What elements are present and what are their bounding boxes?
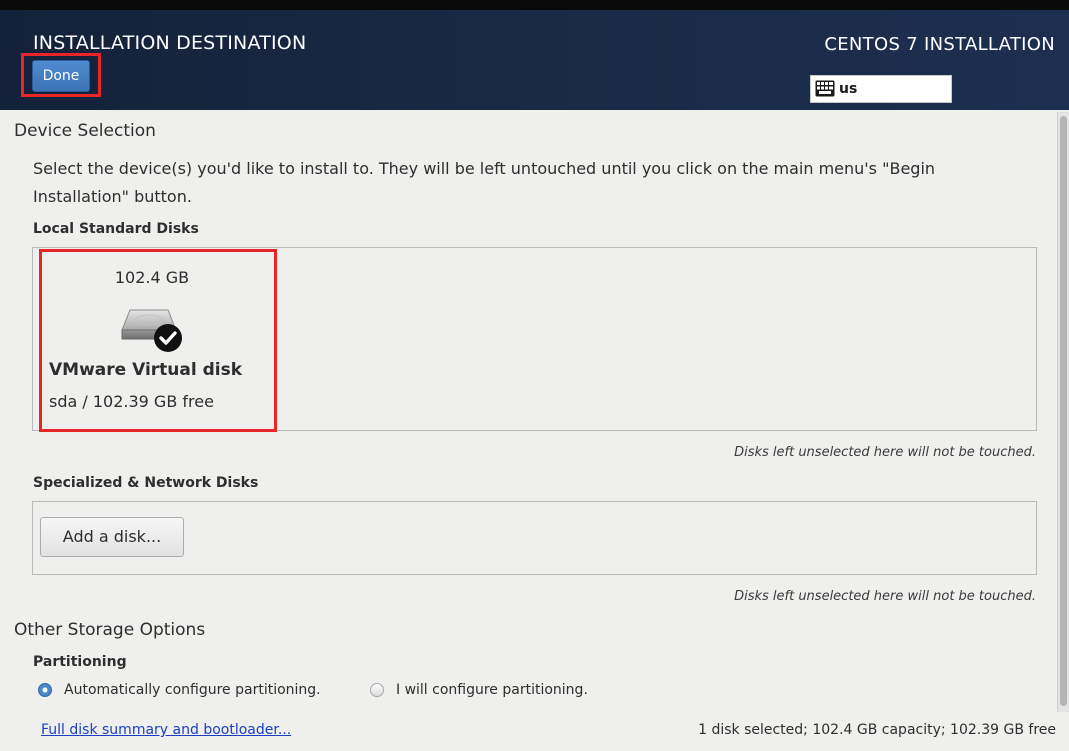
disk-capacity: 102.4 GB <box>114 268 190 287</box>
disk-card-sda[interactable]: 102.4 GB VMware Virtual disk sda / 102.3… <box>42 252 274 429</box>
keyboard-layout-label: us <box>839 81 858 97</box>
partitioning-heading: Partitioning <box>33 654 127 670</box>
other-storage-heading: Other Storage Options <box>14 620 206 640</box>
scrollbar-thumb[interactable] <box>1060 116 1067 706</box>
radio-unselected-icon <box>370 683 384 697</box>
installer-window: INSTALLATION DESTINATION CENTOS 7 INSTAL… <box>0 0 1069 751</box>
local-disks-heading: Local Standard Disks <box>33 221 199 237</box>
manual-partitioning-option[interactable]: I will configure partitioning. <box>370 680 588 700</box>
network-disks-heading: Specialized & Network Disks <box>33 475 259 491</box>
network-disks-hint: Disks left unselected here will not be t… <box>734 589 1036 604</box>
product-title: CENTOS 7 INSTALLATION <box>824 34 1055 55</box>
header-bar: INSTALLATION DESTINATION CENTOS 7 INSTAL… <box>0 0 1069 110</box>
page-title: INSTALLATION DESTINATION <box>33 32 307 54</box>
vertical-scrollbar[interactable] <box>1057 112 1069 712</box>
selection-summary: 1 disk selected; 102.4 GB capacity; 102.… <box>698 722 1056 738</box>
radio-selected-icon <box>38 683 52 697</box>
disk-free-space: sda / 102.39 GB free <box>49 392 214 411</box>
device-selection-heading: Device Selection <box>14 121 156 141</box>
add-disk-button[interactable]: Add a disk... <box>40 517 184 557</box>
hard-disk-icon <box>121 309 182 352</box>
manual-partitioning-label: I will configure partitioning. <box>396 682 588 698</box>
disk-name: VMware Virtual disk <box>49 360 243 380</box>
done-button[interactable]: Done <box>32 60 90 92</box>
local-disks-hint: Disks left unselected here will not be t… <box>734 445 1036 460</box>
keyboard-icon <box>815 80 835 97</box>
device-selection-description: Select the device(s) you'd like to insta… <box>33 159 936 206</box>
disk-summary-link[interactable]: Full disk summary and bootloader... <box>41 722 291 738</box>
keyboard-layout-indicator[interactable]: us <box>810 75 952 103</box>
auto-partitioning-label: Automatically configure partitioning. <box>64 682 321 698</box>
auto-partitioning-option[interactable]: Automatically configure partitioning. <box>38 680 321 700</box>
